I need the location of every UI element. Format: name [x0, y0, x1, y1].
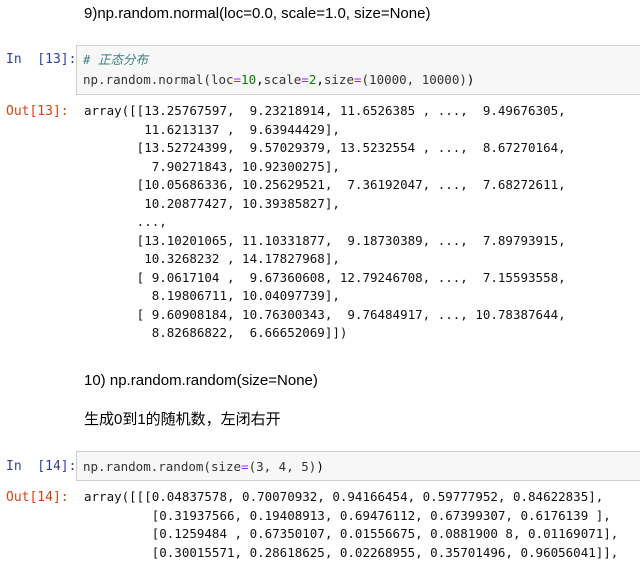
code-kwarg-size: size — [210, 459, 242, 474]
output-line: array([[13.25767597, 9.23218914, 11.6526… — [84, 103, 566, 118]
output-line: 11.6213137 , 9.63944429], — [84, 121, 340, 137]
markdown-description: 生成0到1的随机数，左闭右开 — [84, 411, 281, 428]
output-line: 8.19806711, 10.04097739], — [84, 288, 340, 303]
code-value-scale: 2 — [308, 72, 317, 87]
code-close-paren: ) — [316, 459, 324, 474]
output-14: array([[[0.04837578, 0.70070932, 0.94166… — [84, 488, 618, 562]
output-line: [13.52724399, 9.57029379, 13.5232554 , .… — [84, 140, 566, 155]
output-line: 10.20877427, 10.39385827], — [84, 195, 340, 211]
code-close-paren: ) — [466, 72, 475, 87]
output-line: [0.1259484 , 0.67350107, 0.01556675, 0.0… — [84, 526, 619, 541]
output-prompt-13: Out[13]: — [6, 104, 69, 119]
output-line: ..., — [84, 214, 167, 229]
code-line-normal-call: np.random.normal(loc=10,scale=2,size=(10… — [83, 72, 475, 87]
code-cell-14[interactable]: np.random.random(size=(3, 4, 5)) — [76, 451, 640, 481]
output-line: 10.3268232 , 14.17827968], — [84, 251, 340, 266]
output-line: [ 9.0617104 , 9.67360608, 12.79246708, .… — [84, 269, 566, 285]
output-line: [0.31937566, 0.19408913, 0.69476112, 0.6… — [84, 507, 611, 523]
markdown-heading-normal: 9)np.random.normal(loc=0.0, scale=1.0, s… — [84, 5, 431, 22]
output-prompt-14: Out[14]: — [6, 490, 69, 505]
code-line-random-call: np.random.random(size=(3, 4, 5)) — [83, 459, 324, 474]
output-line: [0.30015571, 0.28618625, 0.02268955, 0.3… — [84, 544, 619, 560]
markdown-heading-random: 10) np.random.random(size=None) — [84, 372, 318, 389]
output-13: array([[13.25767597, 9.23218914, 11.6526… — [84, 102, 566, 343]
code-kwarg-size: size — [323, 72, 354, 87]
code-value-loc: 10 — [241, 72, 257, 87]
code-cell-13[interactable]: # 正态分布 np.random.normal(loc=10,scale=2,s… — [76, 45, 640, 95]
code-value-size: (3, 4, 5) — [248, 459, 317, 474]
output-line: array([[[0.04837578, 0.70070932, 0.94166… — [84, 489, 604, 504]
input-prompt-14: In [14]: — [6, 459, 77, 474]
output-line: [13.10201065, 11.10331877, 9.18730389, .… — [84, 232, 566, 248]
output-line: 8.82686822, 6.66652069]]) — [84, 325, 348, 340]
output-line: 7.90271843, 10.92300275], — [84, 158, 340, 174]
code-comment: # 正态分布 — [83, 52, 149, 67]
code-line-comment: # 正态分布 — [83, 50, 640, 70]
code-kwarg-scale: scale — [263, 72, 302, 87]
code-kwarg-loc: loc — [210, 72, 234, 87]
code-function: np.random.normal( — [83, 72, 211, 87]
output-line: [ 9.60908184, 10.76300343, 9.76484917, .… — [84, 306, 566, 322]
code-function: np.random.random( — [83, 459, 211, 474]
output-line: [10.05686336, 10.25629521, 7.36192047, .… — [84, 177, 566, 192]
input-prompt-13: In [13]: — [6, 52, 77, 67]
code-value-size: (10000, 10000) — [361, 72, 467, 87]
